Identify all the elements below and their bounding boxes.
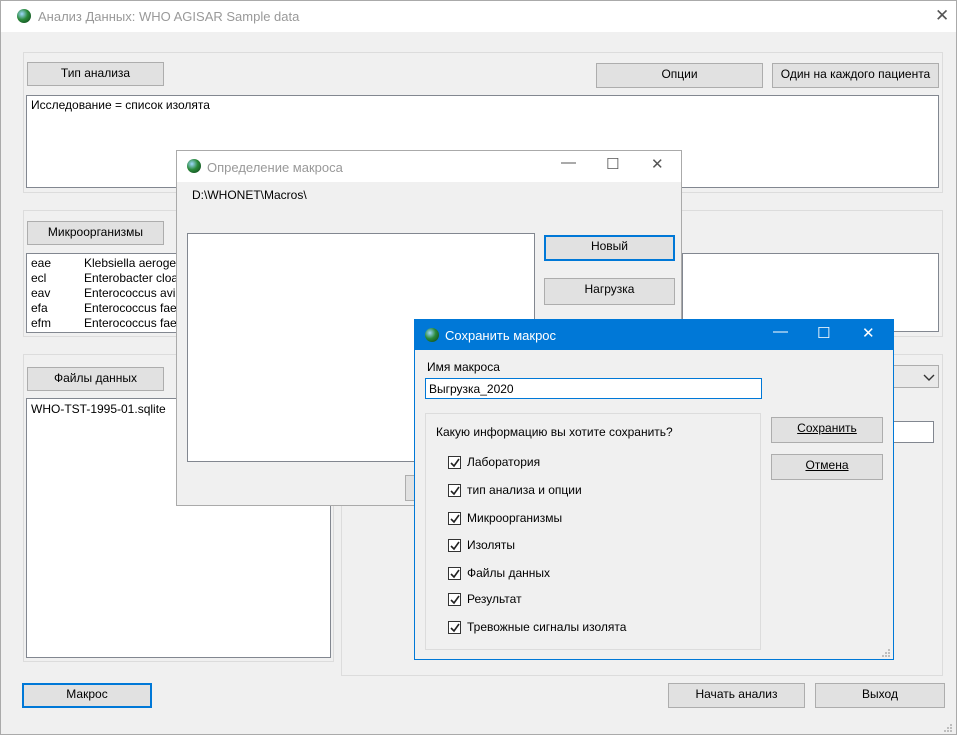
exit-button[interactable]: Выход <box>815 683 945 708</box>
resize-grip-icon[interactable] <box>943 723 953 733</box>
organism-code: ecl <box>31 271 47 285</box>
macro-name-label: Имя макроса <box>427 360 500 374</box>
macro-path: D:\WHONET\Macros\ <box>192 188 307 202</box>
organism-name: Enterococcus faecalis <box>84 301 185 315</box>
organism-name: Enterococcus avium <box>84 286 186 300</box>
resize-grip-icon[interactable] <box>881 648 891 658</box>
macro-def-titlebar[interactable]: Определение макроса — ☐ ✕ <box>177 151 681 182</box>
checkbox-checked-icon[interactable] <box>448 511 461 525</box>
checkbox-checked-icon[interactable] <box>448 592 461 606</box>
chevron-down-icon <box>923 374 935 381</box>
organism-code: efa <box>31 301 48 315</box>
save-option-label: Изоляты <box>467 538 516 552</box>
app-globe-icon <box>425 328 439 342</box>
cancel-button[interactable]: Отмена <box>771 454 883 480</box>
main-titlebar[interactable]: Анализ Данных: WHO AGISAR Sample data ✕ <box>1 1 956 32</box>
options-button[interactable]: Опции <box>596 63 763 88</box>
new-macro-button[interactable]: Новый <box>544 235 675 261</box>
save-option-label: Тревожные сигналы изолята <box>467 620 627 634</box>
analysis-summary-text: Исследование = список изолята <box>31 98 210 112</box>
close-icon[interactable]: ✕ <box>862 326 875 341</box>
app-globe-icon <box>187 159 201 173</box>
checkbox-checked-icon[interactable] <box>448 538 461 552</box>
analysis-type-button[interactable]: Тип анализа <box>27 62 164 86</box>
maximize-icon[interactable]: ☐ <box>606 157 619 172</box>
maximize-icon[interactable]: ☐ <box>817 326 830 341</box>
save-options-group <box>425 413 761 650</box>
close-icon[interactable]: ✕ <box>935 7 949 24</box>
save-option-row[interactable]: тип анализа и опции <box>448 482 582 498</box>
save-option-label: Микроорганизмы <box>467 511 563 525</box>
save-option-row[interactable]: Лаборатория <box>448 454 540 470</box>
microorganisms-button[interactable]: Микроорганизмы <box>27 221 164 245</box>
save-option-label: Файлы данных <box>467 566 551 580</box>
minimize-icon[interactable]: — <box>561 155 576 170</box>
save-option-label: Лаборатория <box>467 455 541 469</box>
minimize-icon[interactable]: — <box>773 324 788 339</box>
data-files-button[interactable]: Файлы данных <box>27 367 164 391</box>
save-option-row[interactable]: Изоляты <box>448 537 515 553</box>
save-macro-title: Сохранить макрос <box>445 328 557 343</box>
organism-code: efm <box>31 316 52 330</box>
save-option-label: Результат <box>467 592 522 606</box>
app-globe-icon <box>17 9 31 23</box>
checkbox-checked-icon[interactable] <box>448 566 461 580</box>
main-window-title: Анализ Данных: WHO AGISAR Sample data <box>38 9 300 24</box>
organism-name: Klebsiella aerogenes <box>84 256 186 270</box>
save-option-row[interactable]: Результат <box>448 591 522 607</box>
cancel-button-label: Отмена <box>805 458 849 472</box>
organism-code: eav <box>31 286 51 300</box>
organism-code: eae <box>31 256 52 270</box>
organism-list[interactable]: eae Klebsiella aerogenes ecl Enterobacte… <box>26 253 186 333</box>
data-file-item[interactable]: WHO-TST-1995-01.sqlite <box>31 402 166 416</box>
organism-name: Enterobacter cloacae <box>84 271 185 285</box>
checkbox-checked-icon[interactable] <box>448 620 461 634</box>
macro-name-value: Выгрузка_2020 <box>429 382 514 396</box>
checkbox-checked-icon[interactable] <box>448 483 461 497</box>
save-option-row[interactable]: Тревожные сигналы изолята <box>448 619 626 635</box>
checkbox-checked-icon[interactable] <box>448 455 461 469</box>
one-per-patient-button[interactable]: Один на каждого пациента <box>772 63 939 88</box>
save-button[interactable]: Сохранить <box>771 417 883 443</box>
save-button-label: Сохранить <box>797 421 857 435</box>
macro-name-input[interactable]: Выгрузка_2020 <box>425 378 762 399</box>
save-macro-titlebar[interactable]: Сохранить макрос — ☐ ✕ <box>415 320 893 350</box>
organism-name: Enterococcus faecium <box>84 316 185 330</box>
macro-button[interactable]: Макрос <box>22 683 152 708</box>
save-option-row[interactable]: Микроорганизмы <box>448 510 562 526</box>
close-icon[interactable]: ✕ <box>651 157 664 172</box>
save-option-row[interactable]: Файлы данных <box>448 565 550 581</box>
save-option-label: тип анализа и опции <box>467 483 582 497</box>
save-options-question: Какую информацию вы хотите сохранить? <box>436 425 673 439</box>
start-analysis-button[interactable]: Начать анализ <box>668 683 805 708</box>
macro-def-title: Определение макроса <box>207 160 343 175</box>
load-macro-button[interactable]: Нагрузка <box>544 278 675 305</box>
